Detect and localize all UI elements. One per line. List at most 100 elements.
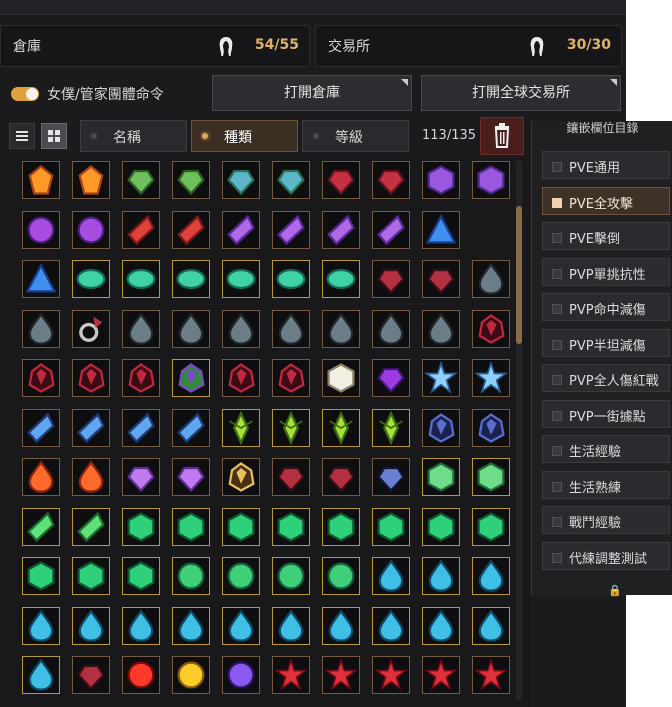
inventory-slot[interactable] — [372, 507, 410, 546]
inventory-slot[interactable] — [22, 408, 60, 447]
group-command-toggle[interactable] — [11, 87, 39, 101]
inventory-slot[interactable] — [122, 309, 160, 348]
inventory-slot[interactable] — [222, 260, 260, 298]
inventory-slot[interactable] — [72, 161, 110, 199]
inventory-slot[interactable] — [172, 458, 210, 496]
inventory-slot[interactable] — [72, 408, 110, 447]
filter-grade[interactable]: 等級 — [302, 120, 409, 152]
inventory-slot[interactable] — [272, 408, 310, 447]
sidebar-item[interactable]: PVP命中減傷 — [542, 293, 670, 321]
inventory-slot[interactable] — [222, 507, 260, 546]
inventory-slot[interactable] — [272, 458, 310, 496]
inventory-slot[interactable] — [272, 557, 310, 595]
inventory-slot[interactable] — [272, 507, 310, 546]
inventory-slot[interactable] — [272, 359, 310, 397]
inventory-slot[interactable] — [372, 210, 410, 249]
inventory-slot[interactable] — [72, 309, 110, 348]
inventory-slot[interactable] — [422, 359, 460, 397]
inventory-slot[interactable] — [422, 507, 460, 546]
inventory-slot[interactable] — [22, 359, 60, 397]
inventory-slot[interactable] — [222, 557, 260, 595]
inventory-slot[interactable] — [172, 507, 210, 546]
inventory-slot[interactable] — [122, 260, 160, 298]
inventory-slot[interactable] — [122, 507, 160, 546]
inventory-slot[interactable] — [472, 458, 510, 496]
inventory-slot[interactable] — [172, 656, 210, 694]
inventory-slot[interactable] — [322, 507, 360, 546]
inventory-slot[interactable] — [222, 656, 260, 694]
sidebar-item[interactable]: PVP全人傷紅戰 — [542, 364, 670, 392]
inventory-slot[interactable] — [322, 458, 360, 496]
inventory-slot[interactable] — [372, 656, 410, 694]
inventory-slot[interactable] — [272, 656, 310, 694]
inventory-slot[interactable] — [22, 458, 60, 496]
inventory-slot[interactable] — [122, 656, 160, 694]
inventory-slot[interactable] — [422, 458, 460, 496]
inventory-slot[interactable] — [372, 309, 410, 348]
inventory-slot[interactable] — [272, 210, 310, 249]
inventory-slot[interactable] — [472, 260, 510, 298]
inventory-slot[interactable] — [472, 161, 510, 199]
inventory-slot[interactable] — [22, 309, 60, 348]
sidebar-item[interactable]: PVE全攻擊 — [542, 186, 670, 215]
inventory-slot[interactable] — [472, 408, 510, 447]
inventory-slot[interactable] — [272, 260, 310, 298]
inventory-slot[interactable] — [322, 210, 360, 249]
inventory-slot[interactable] — [372, 359, 410, 397]
inventory-slot[interactable] — [22, 606, 60, 645]
inventory-slot[interactable] — [22, 161, 60, 199]
inventory-slot[interactable] — [72, 359, 110, 397]
inventory-slot[interactable] — [422, 557, 460, 595]
inventory-slot[interactable] — [372, 161, 410, 199]
inventory-slot[interactable] — [122, 408, 160, 447]
sidebar-item[interactable]: 代練調整測試 — [542, 541, 670, 570]
inventory-slot[interactable] — [222, 210, 260, 249]
inventory-slot[interactable] — [472, 656, 510, 694]
inventory-slot[interactable] — [422, 161, 460, 199]
inventory-slot[interactable] — [372, 557, 410, 595]
inventory-slot[interactable] — [22, 507, 60, 546]
inventory-slot[interactable] — [22, 260, 60, 298]
inventory-slot[interactable] — [122, 161, 160, 199]
inventory-slot[interactable] — [322, 260, 360, 298]
inventory-slot[interactable] — [122, 557, 160, 595]
inventory-slot[interactable] — [322, 606, 360, 645]
inventory-slot[interactable] — [222, 309, 260, 348]
inventory-slot[interactable] — [222, 359, 260, 397]
inventory-slot[interactable] — [422, 309, 460, 348]
delete-button[interactable] — [480, 117, 524, 155]
inventory-slot[interactable] — [422, 656, 460, 694]
inventory-slot[interactable] — [272, 606, 310, 645]
inventory-slot[interactable] — [422, 260, 460, 298]
inventory-slot[interactable] — [172, 606, 210, 645]
inventory-slot[interactable] — [372, 606, 410, 645]
inventory-slot[interactable] — [322, 161, 360, 199]
inventory-slot[interactable] — [322, 309, 360, 348]
inventory-slot[interactable] — [272, 309, 310, 348]
inventory-slot[interactable] — [472, 557, 510, 595]
inventory-slot[interactable] — [422, 408, 460, 447]
inventory-slot[interactable] — [322, 408, 360, 447]
sidebar-item[interactable]: PVE擊倒 — [542, 222, 670, 250]
inventory-slot[interactable] — [22, 656, 60, 694]
inventory-slot[interactable] — [272, 161, 310, 199]
inventory-slot[interactable] — [172, 408, 210, 447]
sidebar-item[interactable]: 生活經驗 — [542, 435, 670, 463]
inventory-slot[interactable] — [122, 359, 160, 397]
inventory-slot[interactable] — [422, 210, 460, 249]
sidebar-item[interactable]: 戰鬥經驗 — [542, 506, 670, 534]
inventory-slot[interactable] — [172, 309, 210, 348]
inventory-slot[interactable] — [472, 507, 510, 546]
open-global-market-button[interactable]: 打開全球交易所 — [421, 75, 621, 111]
inventory-slot[interactable] — [22, 210, 60, 249]
inventory-slot[interactable] — [72, 656, 110, 694]
inventory-slot[interactable] — [222, 408, 260, 447]
inventory-slot[interactable] — [122, 606, 160, 645]
open-storage-button[interactable]: 打開倉庫 — [212, 75, 412, 111]
inventory-slot[interactable] — [172, 359, 210, 397]
sidebar-item[interactable]: PVE通用 — [542, 151, 670, 179]
inventory-slot[interactable] — [72, 458, 110, 496]
filter-type[interactable]: 種類 — [191, 120, 298, 152]
inventory-slot[interactable] — [22, 557, 60, 595]
inventory-slot[interactable] — [72, 557, 110, 595]
